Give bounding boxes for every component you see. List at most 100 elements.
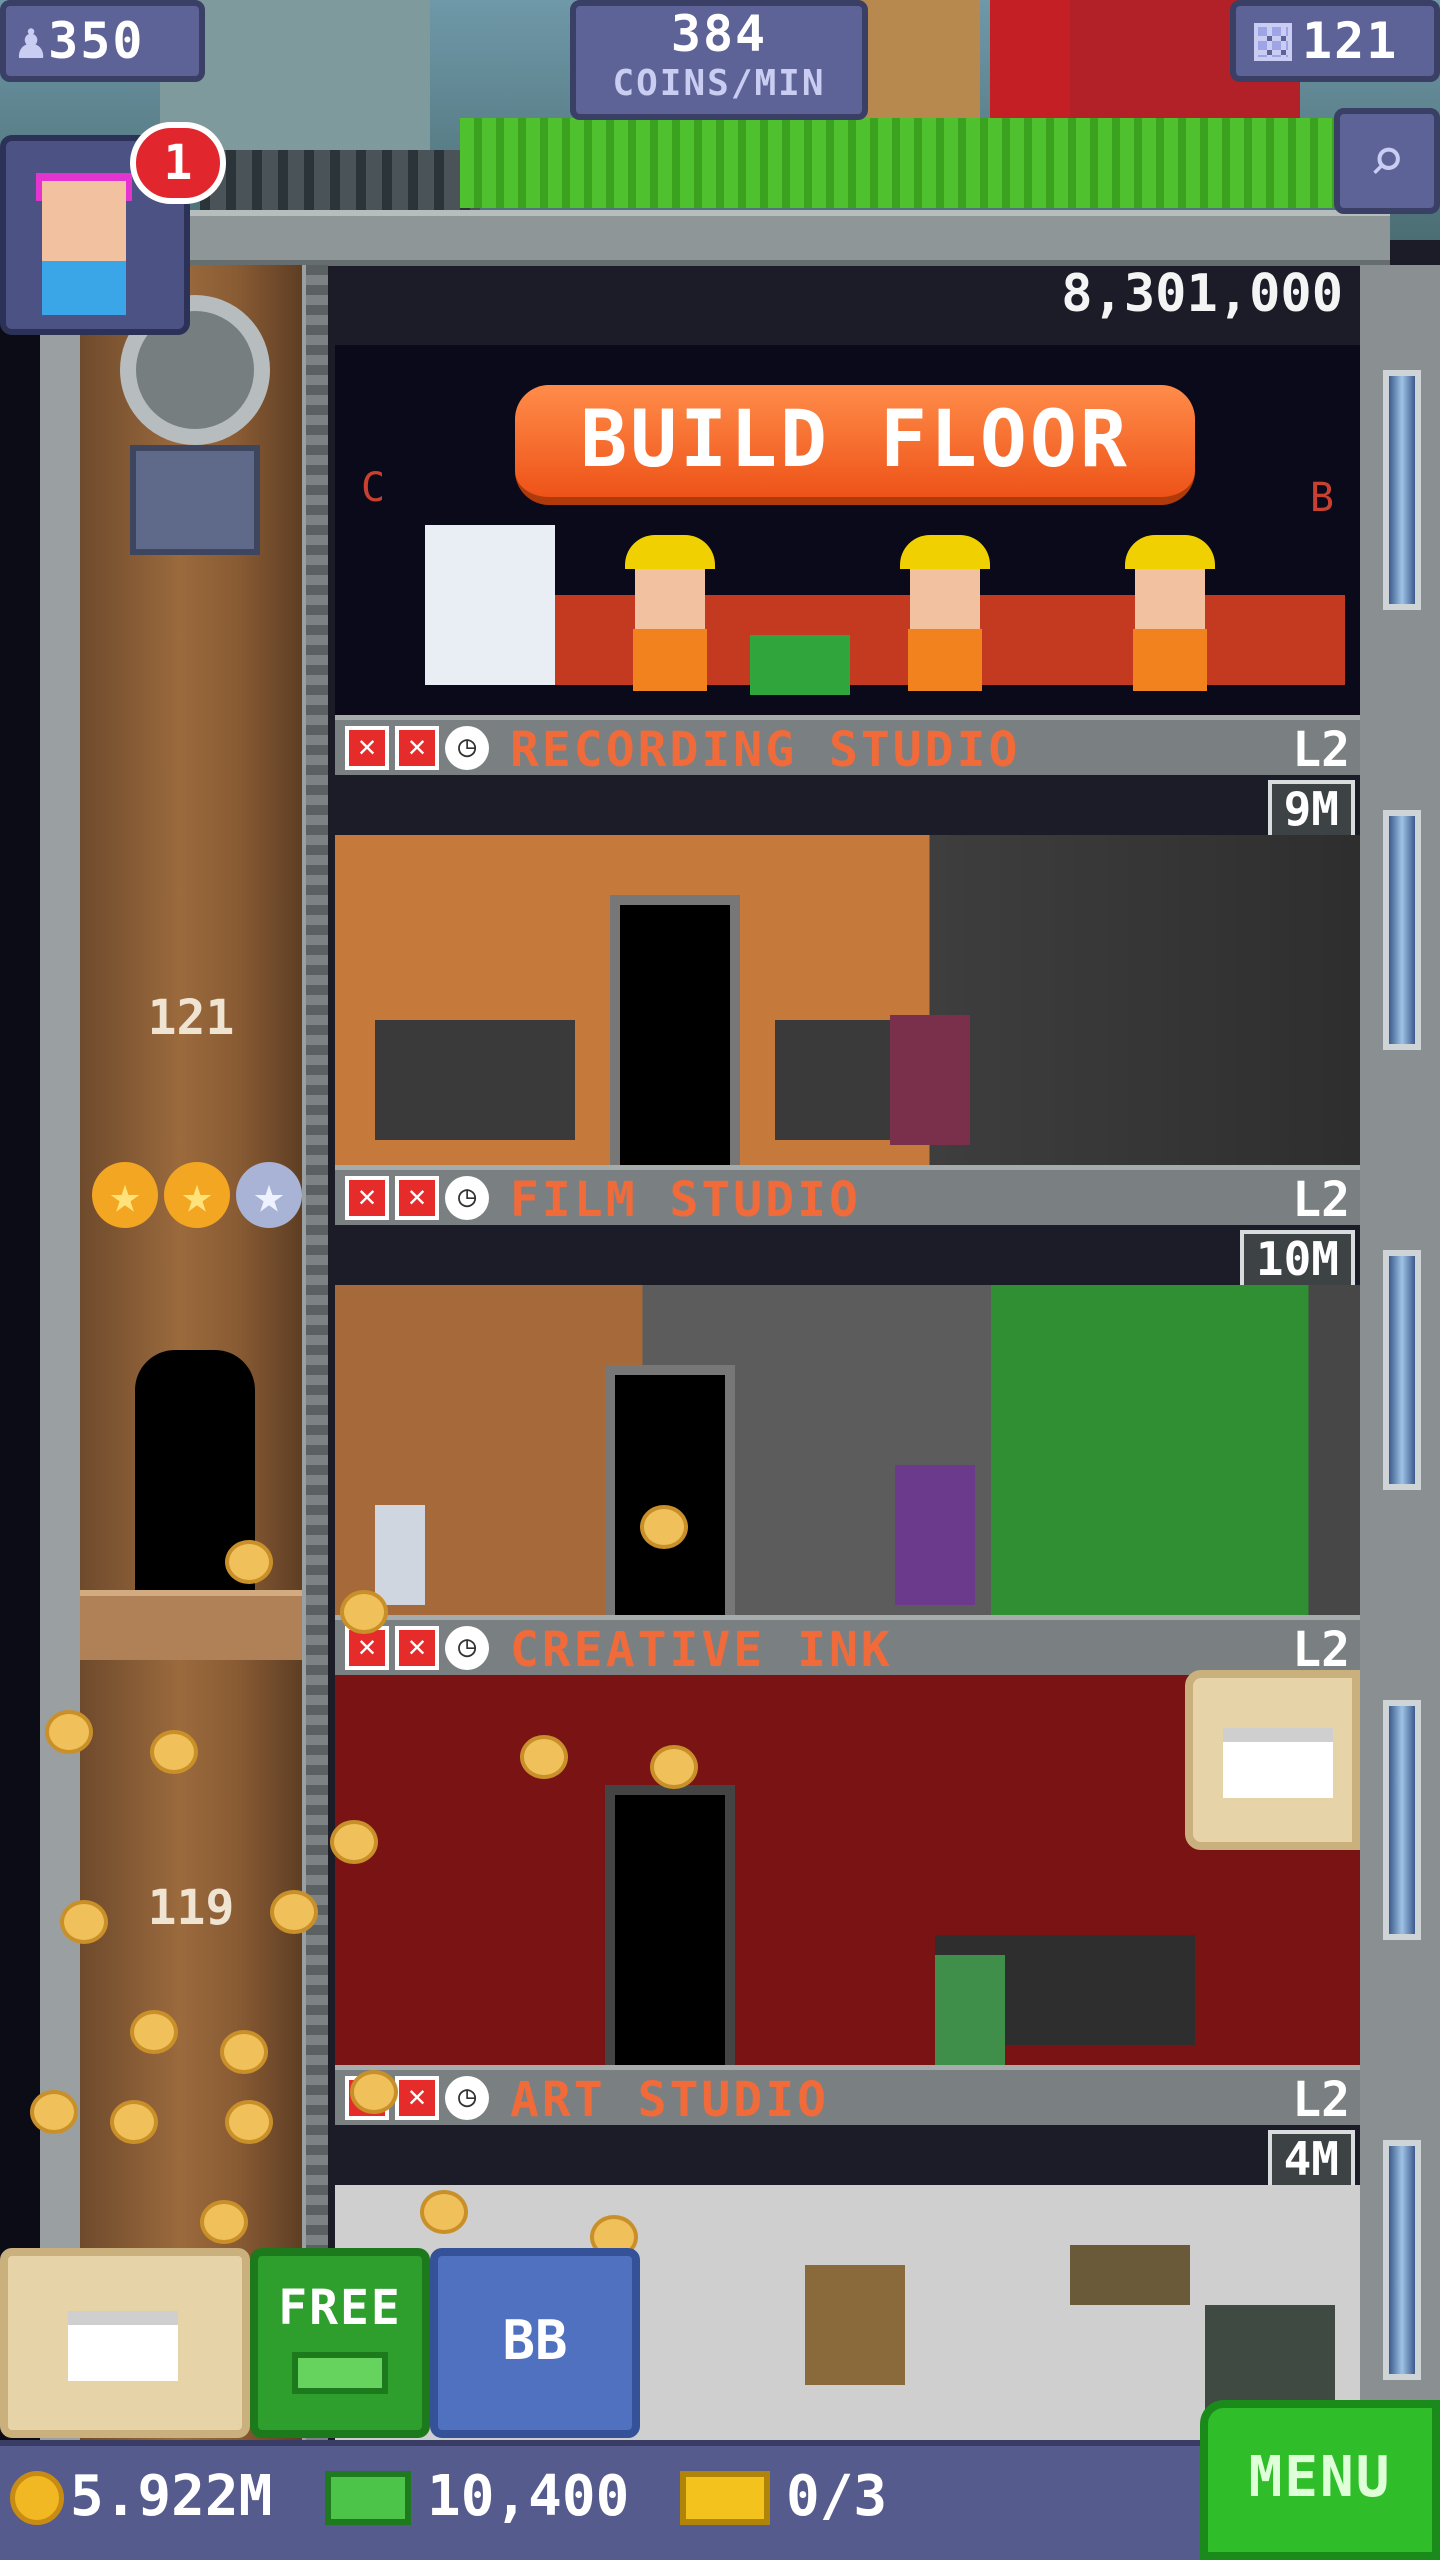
- bux-icon: [325, 2471, 411, 2525]
- coin-icon: [640, 1505, 688, 1549]
- coin-icon: [110, 2100, 158, 2144]
- coin-icon: [270, 1890, 318, 1934]
- floor-timer: 4M: [1267, 2130, 1355, 2190]
- bux-balance[interactable]: 10,400: [325, 2464, 629, 2529]
- out-of-stock-icon: ✕: [395, 726, 439, 770]
- tower-window: [1383, 1700, 1421, 1940]
- building-grid-icon: [1254, 23, 1292, 61]
- golden-ticket-icon: [680, 2471, 770, 2525]
- coin-icon: [45, 1710, 93, 1754]
- out-of-stock-icon: ✕: [395, 2076, 439, 2120]
- floor-name: RECORDING STUDIO: [510, 722, 1021, 778]
- floor-name: ART STUDIO: [510, 2072, 829, 2128]
- construction-room: BUILD FLOOR C B: [335, 345, 1360, 715]
- star-icon: ★: [92, 1162, 158, 1228]
- bux-value: 10,400: [427, 2464, 630, 2529]
- coin-icon: [220, 2030, 268, 2074]
- coin-icon: [420, 2190, 468, 2234]
- clock-icon: ◷: [445, 1626, 489, 1670]
- magnifier-icon: ⌕: [1368, 123, 1406, 196]
- floor-timer: 10M: [1239, 1230, 1355, 1290]
- floor-room: [335, 835, 1360, 1165]
- bitbook-button[interactable]: BB: [430, 2248, 640, 2438]
- construction-worker: [900, 535, 990, 695]
- bitizen: [935, 1955, 1005, 2065]
- floor-header: ✕ ✕ ◷ RECORDING STUDIO L2: [335, 715, 1360, 778]
- floor-counter[interactable]: 121: [1230, 0, 1440, 82]
- coin-icon: [200, 2200, 248, 2244]
- build-floor-button[interactable]: BUILD FLOOR: [515, 385, 1195, 505]
- coins-balance[interactable]: 5.922M: [10, 2464, 272, 2529]
- floor-header: ✕ ✕ ◷ CREATIVE INK L2: [335, 1615, 1360, 1678]
- tower-roof: [180, 210, 1390, 266]
- search-button[interactable]: ⌕: [1334, 108, 1440, 214]
- free-label: FREE: [278, 2280, 402, 2336]
- lobby-floor: [80, 1590, 302, 1660]
- coin-icon: [330, 1820, 378, 1864]
- coin-icon: [650, 1745, 698, 1789]
- floor-header: ✕ ✕ ◷ FILM STUDIO L2: [335, 1165, 1360, 1228]
- floor-level: L2: [1292, 722, 1350, 778]
- avatar: [42, 181, 126, 261]
- floor-header: ✕✕◷ ART STUDIO L2: [335, 2065, 1360, 2128]
- elevator-motor: [100, 295, 290, 575]
- coin-icon: [10, 2471, 64, 2525]
- notification-badge: 1: [130, 122, 226, 204]
- shaft-floor-number: 121: [147, 990, 235, 1046]
- tickets-counter[interactable]: 0/3: [680, 2464, 887, 2529]
- floor-timer: 9M: [1267, 780, 1355, 840]
- coin-rate-display[interactable]: 384 COINS/MIN: [570, 0, 868, 120]
- gift-icon: [1223, 1728, 1333, 1798]
- floor-room: [335, 1285, 1360, 1615]
- construction-letter: C: [361, 465, 386, 511]
- star-icon: ★: [236, 1162, 302, 1228]
- coin-rate-value: 384: [670, 5, 768, 63]
- free-bux-button[interactable]: FREE: [250, 2248, 430, 2438]
- menu-button[interactable]: MENU: [1200, 2400, 1440, 2560]
- floor-name: CREATIVE INK: [510, 1622, 893, 1678]
- coin-icon: [60, 1900, 108, 1944]
- out-of-stock-icon: ✕: [345, 1176, 389, 1220]
- coin-icon: [150, 1730, 198, 1774]
- fence: [200, 150, 480, 210]
- gift-button[interactable]: [0, 2248, 250, 2438]
- coins-value: 5.922M: [70, 2464, 273, 2529]
- out-of-stock-icon: ✕: [395, 1176, 439, 1220]
- tickets-value: 0/3: [786, 2464, 888, 2529]
- bitizen: [890, 1015, 970, 1145]
- tower-window: [1383, 370, 1421, 610]
- coin-icon: [225, 2100, 273, 2144]
- gift-icon: [68, 2311, 178, 2381]
- coin-rate-unit: COINS/MIN: [612, 63, 826, 104]
- elevator-motor-body: [130, 445, 260, 555]
- stock-status: ✕✕◷: [345, 1176, 489, 1220]
- clock-icon: ◷: [445, 726, 489, 770]
- floor-level: L2: [1292, 2072, 1350, 2128]
- population-counter[interactable]: ♟350: [0, 0, 205, 82]
- elevator-stars[interactable]: ★ ★ ★: [92, 1162, 312, 1232]
- material-box: [425, 525, 555, 685]
- stock-status: ✕✕◷: [345, 726, 489, 770]
- out-of-stock-icon: ✕: [345, 726, 389, 770]
- construction-worker: [625, 535, 715, 695]
- painting: [1070, 2245, 1190, 2305]
- floor-level: L2: [1292, 1172, 1350, 1228]
- elevator-rail: [306, 265, 328, 2445]
- build-cost: 8,301,000: [1061, 264, 1343, 324]
- out-of-stock-icon: ✕: [395, 1626, 439, 1670]
- coin-icon: [520, 1735, 568, 1779]
- coin-icon: [350, 2070, 398, 2114]
- roof-grass: [460, 118, 1340, 208]
- bux-icon: [292, 2352, 388, 2394]
- bitizen: [895, 1465, 975, 1605]
- ad-gift-crate[interactable]: [1185, 1670, 1360, 1850]
- shaft-floor-number: 119: [147, 1880, 235, 1936]
- coin-icon: [130, 2010, 178, 2054]
- coin-icon: [30, 2090, 78, 2134]
- coin-icon: [225, 1540, 273, 1584]
- tower-window: [1383, 1250, 1421, 1490]
- floor-name: FILM STUDIO: [510, 1172, 861, 1228]
- painting: [805, 2265, 905, 2385]
- door: [605, 1785, 735, 2065]
- person-icon: ♟: [16, 12, 49, 70]
